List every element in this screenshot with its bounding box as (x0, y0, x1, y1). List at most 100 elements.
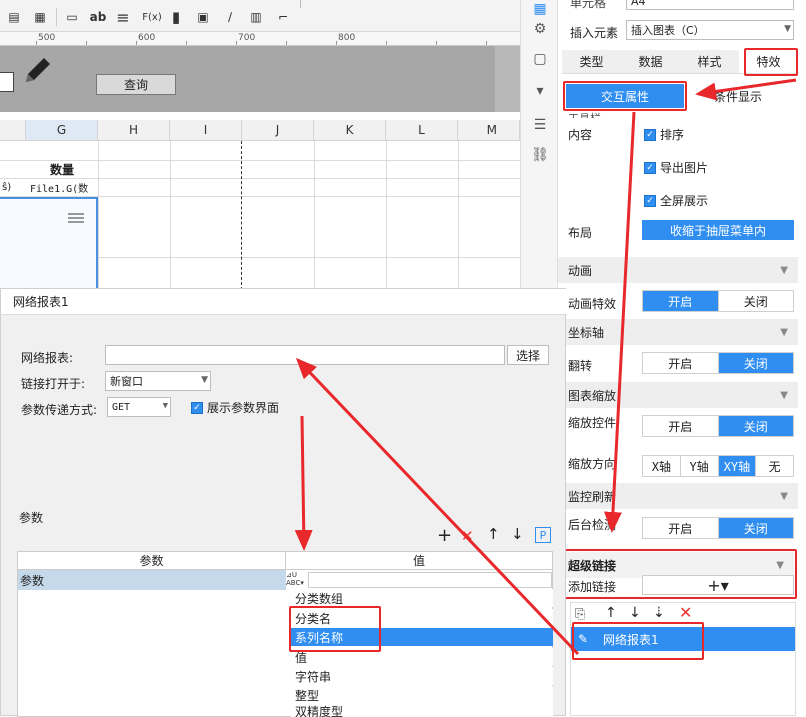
parameter-panel (0, 46, 520, 112)
dropdown-panel-icon[interactable]: ▾ (531, 82, 549, 100)
params-label: 参数 (19, 511, 44, 525)
link-icon[interactable]: ⛓ (531, 146, 549, 164)
direction-y[interactable]: Y轴 (681, 456, 719, 476)
dropdown-item[interactable]: 分类数组 (291, 589, 553, 607)
widget-settings-icon[interactable]: ⚙ (531, 20, 549, 38)
dropdown-item[interactable]: 双精度型 (291, 703, 553, 717)
value-input[interactable] (308, 572, 552, 588)
formula-cell[interactable]: File1.G(数 (26, 178, 98, 196)
insert-element-select[interactable]: 插入图表（C） ▼ (626, 20, 794, 40)
backend-on[interactable]: 开启 (643, 518, 719, 538)
method-select[interactable]: GET ▼ (107, 397, 171, 417)
zoom-control-on[interactable]: 开启 (643, 416, 719, 436)
pencil-icon[interactable] (20, 54, 54, 88)
copy-icon[interactable]: ⎘ (575, 607, 585, 622)
row-fragment-cell[interactable]: ŝ) (0, 178, 26, 196)
tab-conditional-display[interactable]: 条件显示 (688, 84, 788, 108)
cell-props-icon[interactable]: ▦ (531, 0, 549, 18)
zoom-control-toggle[interactable]: 开启 关闭 (642, 415, 794, 437)
delete-icon[interactable]: ✕ (679, 603, 692, 622)
animation-off[interactable]: 关闭 (719, 291, 794, 311)
tab-data[interactable]: 数据 (621, 50, 680, 73)
horizontal-ruler: 500 600 700 800 (0, 32, 520, 46)
direction-x[interactable]: X轴 (643, 456, 681, 476)
chevron-down-icon: ▼ (201, 375, 208, 385)
direction-xy[interactable]: XY轴 (718, 456, 757, 476)
zoom-direction-toggle[interactable]: X轴 Y轴 XY轴 无 (642, 455, 794, 477)
cell-field[interactable]: A4 (626, 0, 794, 10)
add-icon[interactable]: + (437, 525, 452, 546)
layout-button[interactable]: 收缩于抽屉菜单内 (642, 220, 794, 240)
dropdown-item[interactable]: 字符串 (291, 667, 553, 685)
sub-report-icon[interactable]: ▥ (248, 8, 264, 26)
show-params-checkbox[interactable]: ✓ 展示参数界面 (191, 399, 279, 416)
arrow-up-icon[interactable]: ↑ (605, 605, 617, 621)
annotation-box-interactive (563, 81, 687, 111)
column-header-g[interactable]: G (26, 120, 98, 141)
menu-icon[interactable] (68, 213, 84, 215)
column-header-m[interactable]: M (458, 120, 520, 141)
arrow-up-icon[interactable]: ↑ (487, 525, 500, 543)
cell-icon[interactable]: ▤ (6, 8, 22, 26)
arrow-down-icon[interactable]: ↓ (511, 525, 524, 543)
parameter-panel-edge (495, 46, 520, 112)
choose-button[interactable]: 选择 (507, 345, 549, 365)
layers-icon[interactable]: ☰ (531, 116, 549, 134)
formula-icon[interactable]: F(x) (140, 8, 164, 26)
param-icon[interactable]: P (535, 527, 551, 543)
open-in-select[interactable]: 新窗口 ▼ (105, 371, 211, 391)
export-image-checkbox[interactable]: ✓ 导出图片 (644, 159, 708, 176)
insert-element-label: 插入元素 (570, 26, 619, 40)
tab-style[interactable]: 样式 (680, 50, 739, 73)
sort-down-icon[interactable]: ⇣ (653, 605, 665, 621)
image-icon[interactable]: ▣ (194, 8, 212, 26)
arrow-down-icon[interactable]: ↓ (629, 605, 641, 621)
monitor-section[interactable]: 监控刷新 ▼ (558, 483, 798, 509)
animation-toggle[interactable]: 开启 关闭 (642, 290, 794, 312)
textbox-icon[interactable]: ▭ (64, 8, 80, 26)
axis-section[interactable]: 坐标轴 ▼ (558, 319, 798, 345)
insert-element-value: 插入图表（C） (631, 24, 705, 37)
zoom-control-off[interactable]: 关闭 (718, 416, 793, 436)
calendar-icon[interactable] (0, 72, 14, 92)
backend-check-toggle[interactable]: 开启 关闭 (642, 517, 794, 539)
open-in-value: 新窗口 (110, 375, 143, 388)
table-icon[interactable]: ▦ (32, 8, 48, 26)
annotation-box-link-item (572, 622, 704, 660)
chart-cell[interactable] (0, 197, 98, 290)
query-button[interactable]: 查询 (96, 74, 176, 95)
report-path-input[interactable] (105, 345, 505, 365)
column-header-blank[interactable] (0, 120, 26, 141)
layout-label: 布局 (568, 226, 593, 240)
column-header-l[interactable]: L (386, 120, 458, 141)
border-icon[interactable]: ▢ (531, 50, 549, 68)
direction-none[interactable]: 无 (756, 456, 793, 476)
column-header-k[interactable]: K (314, 120, 386, 141)
quantity-header-cell[interactable]: 数量 (26, 160, 98, 178)
flip-on[interactable]: 开启 (643, 353, 719, 373)
tab-type[interactable]: 类型 (562, 50, 621, 73)
param-cell[interactable]: 参数 (18, 570, 286, 590)
column-header-i[interactable]: I (170, 120, 242, 141)
collapse-icon: ▼ (780, 389, 788, 401)
animation-on[interactable]: 开启 (643, 291, 719, 311)
insert-more-icon[interactable]: ⌐ (272, 8, 294, 26)
sort-checkbox[interactable]: ✓ 排序 (644, 126, 684, 143)
dropdown-item[interactable]: 整型 (291, 686, 553, 704)
text-icon[interactable]: ab (88, 8, 108, 26)
collapse-icon: ▼ (780, 326, 788, 338)
flip-off[interactable]: 关闭 (718, 353, 793, 373)
column-header-h[interactable]: H (98, 120, 170, 141)
slash-icon[interactable]: ∕ (222, 8, 238, 26)
align-icon[interactable]: ≡ (114, 8, 132, 27)
zoom-section[interactable]: 图表缩放 ▼ (558, 382, 798, 408)
backend-off[interactable]: 关闭 (718, 518, 793, 538)
type-icon[interactable]: ⊿U ABC▾ (286, 571, 306, 589)
flip-toggle[interactable]: 开启 关闭 (642, 352, 794, 374)
chart-icon[interactable]: ▮ (168, 8, 184, 26)
fullscreen-checkbox[interactable]: ✓ 全屏展示 (644, 192, 708, 209)
column-header-j[interactable]: J (242, 120, 314, 141)
toolbar-divider (56, 8, 57, 26)
delete-param-icon[interactable]: ✕ (461, 527, 474, 545)
animation-section[interactable]: 动画 ▼ (558, 257, 798, 283)
